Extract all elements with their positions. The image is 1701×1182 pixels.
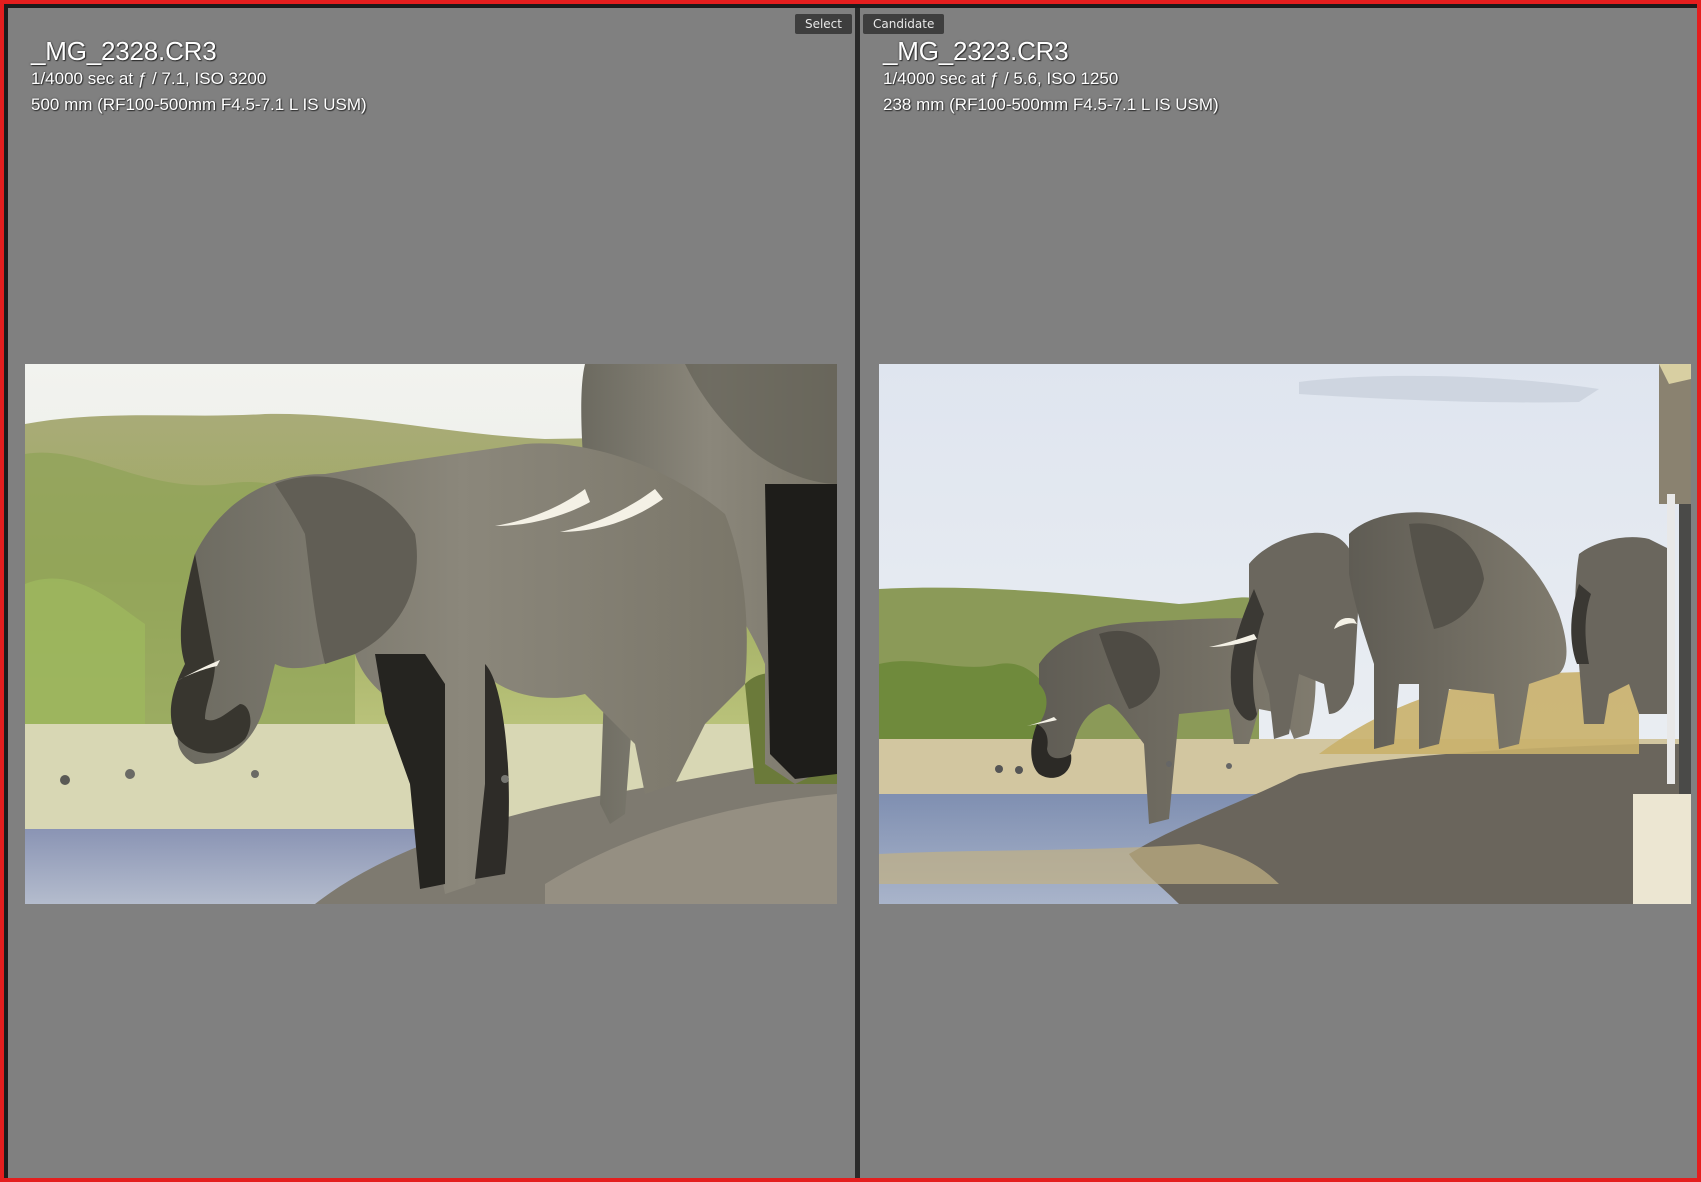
candidate-pane[interactable]: Candidate _MG_2323.CR3 1/4000 sec at ƒ /… [860,8,1697,1178]
select-lens: 500 mm (RF100-500mm F4.5-7.1 L IS USM) [31,95,367,114]
select-tag[interactable]: Select [794,14,852,34]
compare-view: Select _MG_2328.CR3 1/4000 sec at ƒ / 7.… [0,0,1701,1182]
candidate-photo[interactable] [879,364,1691,904]
candidate-exposure: 1/4000 sec at ƒ / 5.6, ISO 1250 [883,69,1119,88]
candidate-lens: 238 mm (RF100-500mm F4.5-7.1 L IS USM) [883,95,1219,114]
select-info-overlay: _MG_2328.CR3 1/4000 sec at ƒ / 7.1, ISO … [31,36,367,118]
candidate-info-overlay: _MG_2323.CR3 1/4000 sec at ƒ / 5.6, ISO … [883,36,1219,118]
select-photo[interactable] [25,364,837,904]
candidate-tag[interactable]: Candidate [863,14,945,34]
candidate-photo-image [879,364,1691,904]
select-photo-image [25,364,837,904]
select-exposure: 1/4000 sec at ƒ / 7.1, ISO 3200 [31,69,267,88]
select-pane[interactable]: Select _MG_2328.CR3 1/4000 sec at ƒ / 7.… [8,8,855,1178]
select-filename: _MG_2328.CR3 [31,36,217,66]
candidate-filename: _MG_2323.CR3 [883,36,1069,66]
